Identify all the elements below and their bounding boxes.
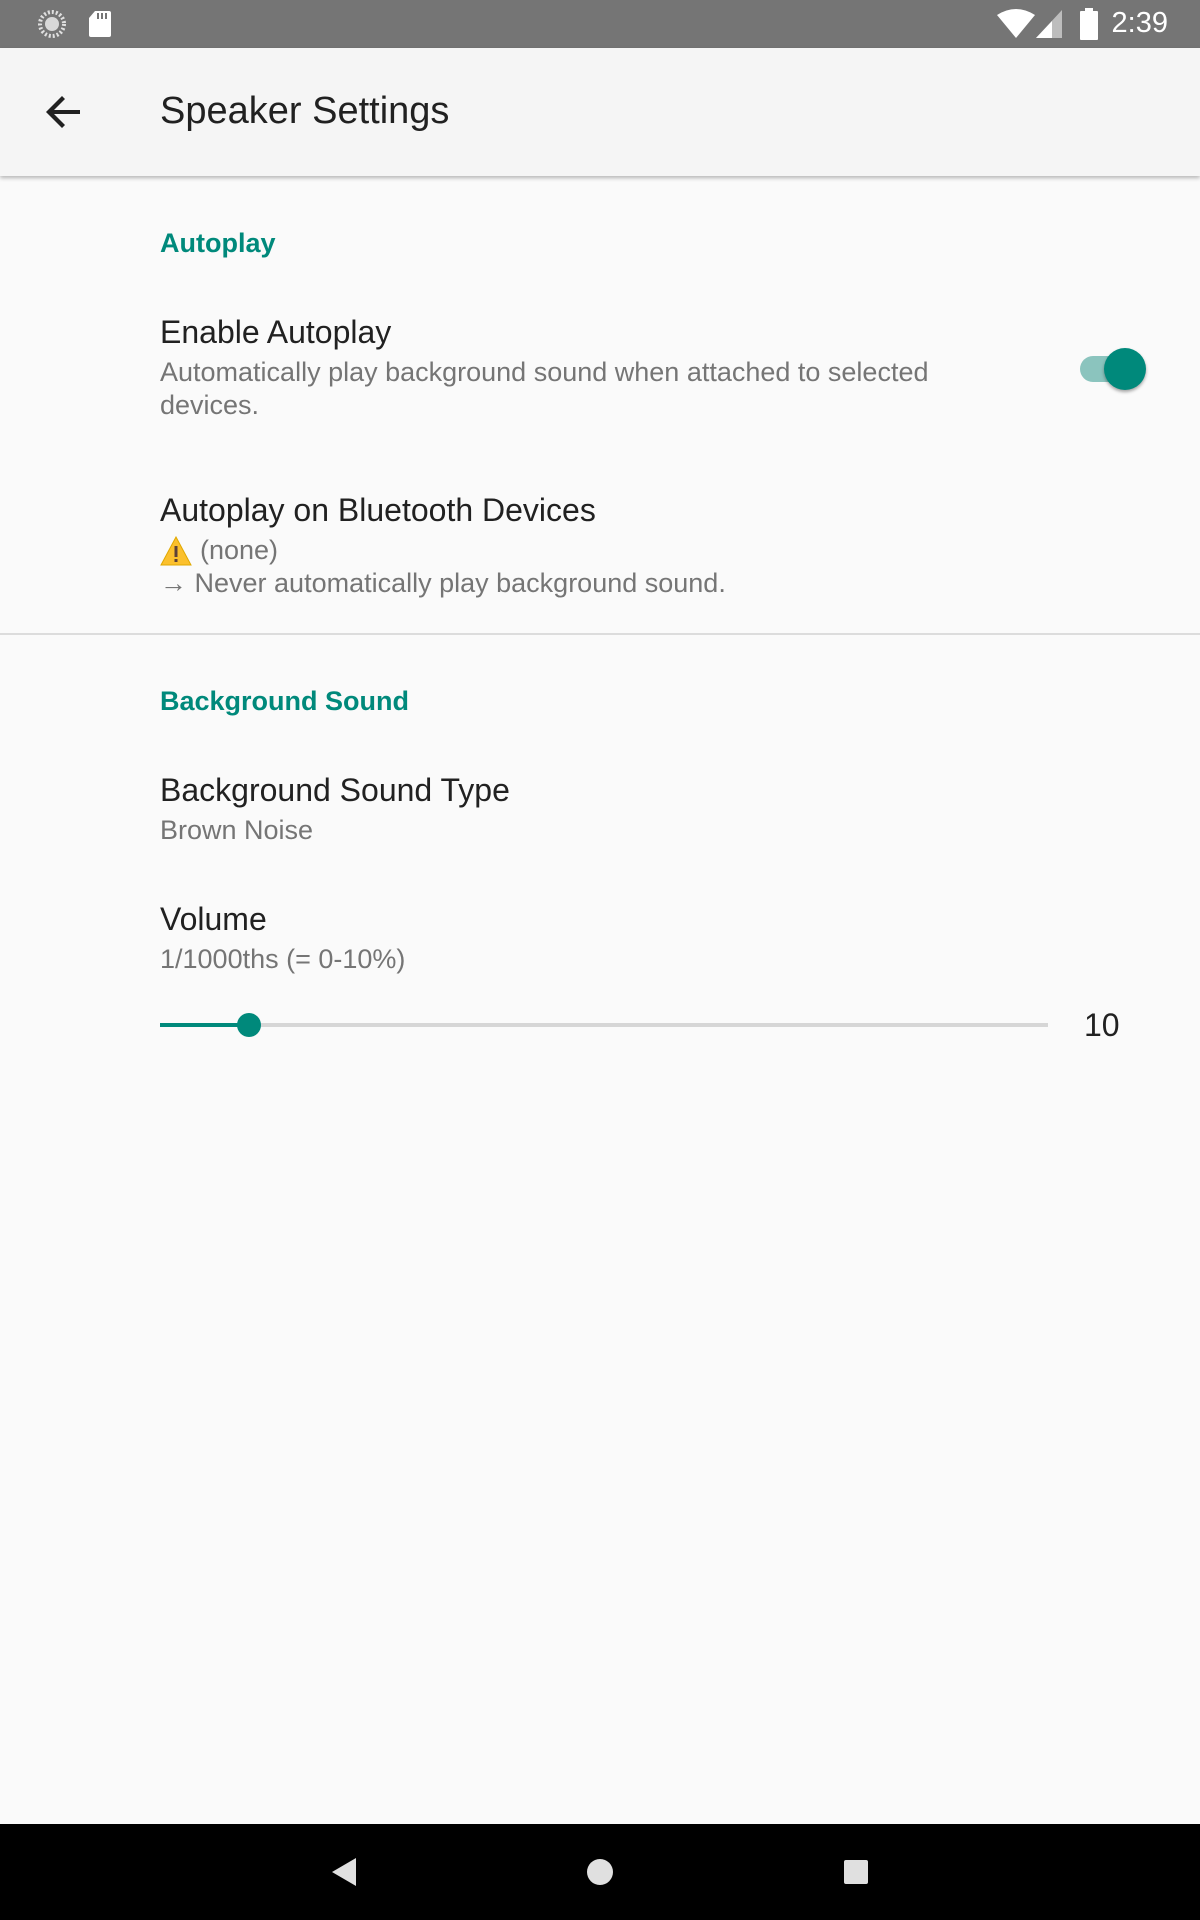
battery-icon [1080,8,1098,45]
enable-autoplay-summary-line1: Automatically play background sound when… [160,357,929,387]
background-sound-type-title: Background Sound Type [160,772,510,808]
nav-recents-icon[interactable] [836,1852,876,1892]
loading-icon [38,10,66,43]
status-bar: 2:39 [0,0,1200,48]
page-title: Speaker Settings [160,90,450,132]
warning-icon [160,535,192,566]
autoplay-bluetooth-status: (none) [160,534,726,567]
volume-slider[interactable] [160,1010,1048,1040]
autoplay-bluetooth-summary: (none) → Never automatically play backgr… [160,534,726,600]
nav-back-icon[interactable] [324,1852,364,1892]
enable-autoplay-summary: Automatically play background sound when… [160,356,929,422]
section-divider [0,633,1200,635]
section-header-background-sound: Background Sound [160,686,409,716]
enable-autoplay-switch[interactable] [1078,346,1146,390]
volume-title: Volume [160,901,267,937]
navigation-bar [0,1824,1200,1920]
autoplay-bluetooth-title: Autoplay on Bluetooth Devices [160,492,596,528]
volume-summary: 1/1000ths (= 0-10%) [160,944,406,974]
enable-autoplay-title: Enable Autoplay [160,314,392,350]
nav-home-icon[interactable] [580,1852,620,1892]
wifi-icon [996,9,1036,44]
sd-card-icon [88,10,112,43]
volume-value: 10 [1084,1007,1120,1043]
background-sound-type-value: Brown Noise [160,815,314,845]
switch-thumb [1104,348,1146,390]
slider-fill [160,1023,249,1027]
autoplay-bluetooth-status-text: (none) [200,535,279,565]
back-button[interactable] [40,88,104,136]
arrow-right-icon: → [160,568,187,598]
cell-signal-icon [1034,9,1064,44]
autoplay-bluetooth-detail: → Never automatically play background so… [160,567,726,600]
app-bar: Speaker Settings [0,48,1200,176]
enable-autoplay-summary-line2: devices. [160,390,260,420]
slider-rail [160,1023,1048,1027]
slider-thumb[interactable] [237,1013,261,1037]
arrow-back-icon [40,96,88,140]
autoplay-bluetooth-detail-text: Never automatically play background soun… [194,568,726,598]
status-time: 2:39 [1111,7,1168,39]
section-header-autoplay: Autoplay [160,228,276,258]
